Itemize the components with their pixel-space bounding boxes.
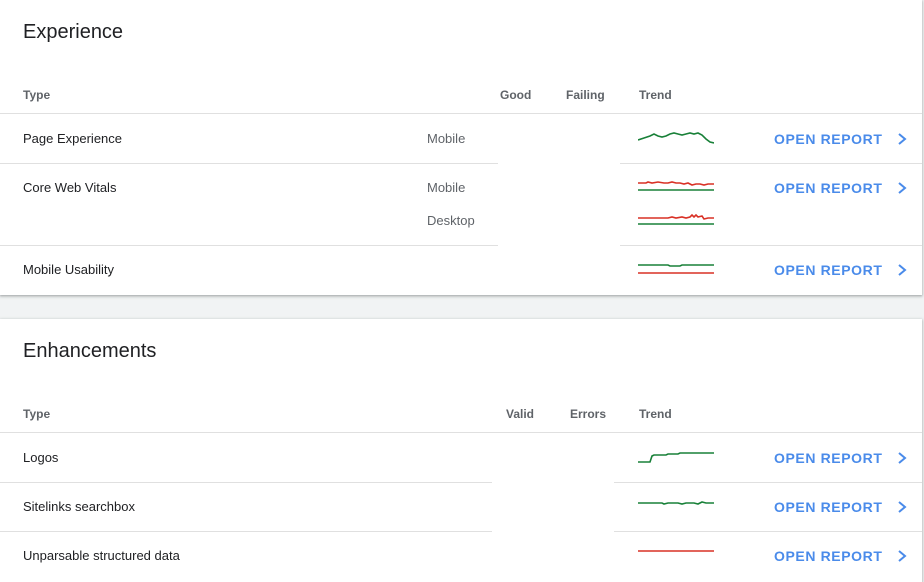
row-divider — [0, 163, 498, 164]
open-report-link[interactable]: OPEN REPORT — [774, 548, 909, 564]
header-divider — [0, 113, 922, 114]
open-report-label: OPEN REPORT — [774, 180, 883, 196]
header-errors: Errors — [570, 407, 607, 421]
header-trend: Trend — [639, 407, 672, 421]
row-sitelinks-searchbox-label: Sitelinks searchbox — [23, 499, 135, 514]
open-report-label: OPEN REPORT — [774, 499, 883, 515]
header-trend: Trend — [639, 88, 672, 102]
header-failing: Failing — [566, 88, 605, 102]
header-valid: Valid — [506, 407, 535, 421]
enhancements-card: Enhancements Type Valid Errors Trend Log… — [0, 319, 922, 582]
row-page-experience-label: Page Experience — [23, 131, 123, 146]
open-report-link[interactable]: OPEN REPORT — [774, 180, 909, 196]
open-report-label: OPEN REPORT — [774, 450, 883, 466]
row-unparsable-structured-data-label: Unparsable structured data — [23, 548, 180, 563]
device-desktop: Desktop — [427, 213, 475, 228]
open-report-link[interactable]: OPEN REPORT — [774, 131, 909, 147]
device-mobile: Mobile — [427, 131, 466, 146]
enhancements-title: Enhancements — [23, 340, 157, 362]
experience-title: Experience — [23, 21, 124, 43]
trend-sparkline — [638, 213, 714, 225]
open-report-label: OPEN REPORT — [774, 262, 883, 278]
chevron-right-icon — [897, 133, 907, 145]
row-core-web-vitals-label: Core Web Vitals — [23, 180, 117, 195]
row-divider — [0, 482, 492, 483]
trend-sparkline — [638, 264, 714, 274]
row-mobile-usability-label: Mobile Usability — [23, 262, 115, 277]
row-divider — [0, 531, 492, 532]
chevron-right-icon — [897, 550, 907, 562]
row-divider — [614, 531, 922, 532]
trend-sparkline — [638, 550, 714, 552]
device-mobile: Mobile — [427, 180, 466, 195]
chevron-right-icon — [897, 501, 907, 513]
row-logos-label: Logos — [23, 450, 59, 465]
trend-sparkline — [638, 501, 714, 505]
open-report-label: OPEN REPORT — [774, 131, 883, 147]
row-divider — [620, 163, 922, 164]
header-good: Good — [500, 88, 532, 102]
row-divider — [620, 245, 922, 246]
open-report-link[interactable]: OPEN REPORT — [774, 262, 909, 278]
header-divider — [0, 432, 922, 433]
open-report-label: OPEN REPORT — [774, 548, 883, 564]
header-type: Type — [23, 88, 51, 102]
trend-sparkline — [638, 132, 714, 144]
trend-sparkline — [638, 452, 714, 463]
header-type: Type — [23, 407, 51, 421]
chevron-right-icon — [897, 264, 907, 276]
row-divider — [614, 482, 922, 483]
open-report-link[interactable]: OPEN REPORT — [774, 450, 909, 466]
chevron-right-icon — [897, 452, 907, 464]
chevron-right-icon — [897, 182, 907, 194]
row-divider — [0, 245, 498, 246]
open-report-link[interactable]: OPEN REPORT — [774, 499, 909, 515]
trend-sparkline — [638, 181, 714, 191]
experience-card: Experience Type Good Failing Trend Page … — [0, 0, 922, 295]
